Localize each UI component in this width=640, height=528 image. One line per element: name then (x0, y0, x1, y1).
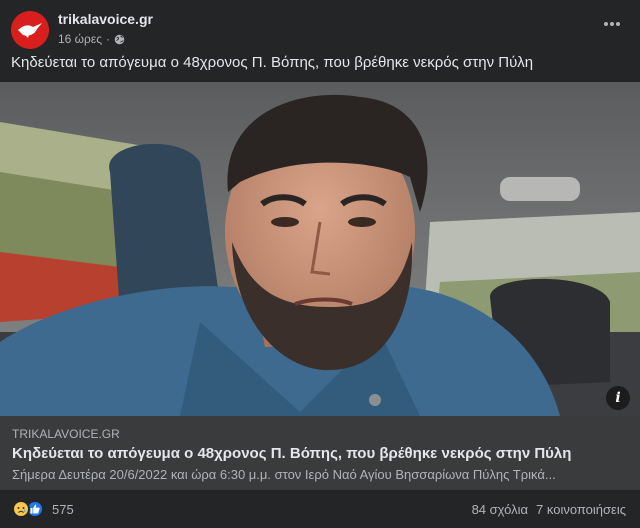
engagement-stats: 84 σχόλια 7 κοινοποιήσεις (472, 502, 626, 517)
shares-count[interactable]: 7 κοινοποιήσεις (536, 502, 626, 517)
link-preview-photo[interactable]: i (0, 82, 640, 416)
link-preview[interactable]: TRIKALAVOICE.GR Κηδεύεται το απόγευμα ο … (0, 416, 640, 490)
page-avatar[interactable] (11, 11, 49, 49)
post-meta: 16 ώρες · (58, 32, 125, 46)
post-time[interactable]: 16 ώρες (58, 32, 102, 46)
more-options-icon[interactable] (602, 14, 622, 34)
globe-icon[interactable] (114, 34, 125, 45)
facebook-post: trikalavoice.gr 16 ώρες · Κηδεύεται το α… (0, 0, 640, 528)
link-domain: TRIKALAVOICE.GR (12, 427, 120, 441)
bird-logo-icon (11, 11, 49, 49)
post-caption: Κηδεύεται το απόγευμα ο 48χρονος Π. Βόπη… (11, 54, 534, 71)
post-header: trikalavoice.gr 16 ώρες · (0, 0, 640, 52)
post-footer: 575 84 σχόλια 7 κοινοποιήσεις (0, 490, 640, 528)
reaction-summary[interactable]: 575 (12, 500, 74, 518)
man-in-car-photo (0, 82, 640, 416)
sad-reaction-icon (12, 500, 30, 518)
link-title[interactable]: Κηδεύεται το απόγευμα ο 48χρονος Π. Βόπη… (12, 445, 571, 462)
meta-separator: · (106, 32, 111, 46)
page-name[interactable]: trikalavoice.gr (58, 11, 153, 27)
comments-count[interactable]: 84 σχόλια (472, 502, 528, 517)
info-button[interactable]: i (606, 386, 630, 410)
link-description: Σήμερα Δευτέρα 20/6/2022 και ώρα 6:30 μ.… (12, 467, 556, 482)
reaction-count: 575 (52, 501, 74, 517)
